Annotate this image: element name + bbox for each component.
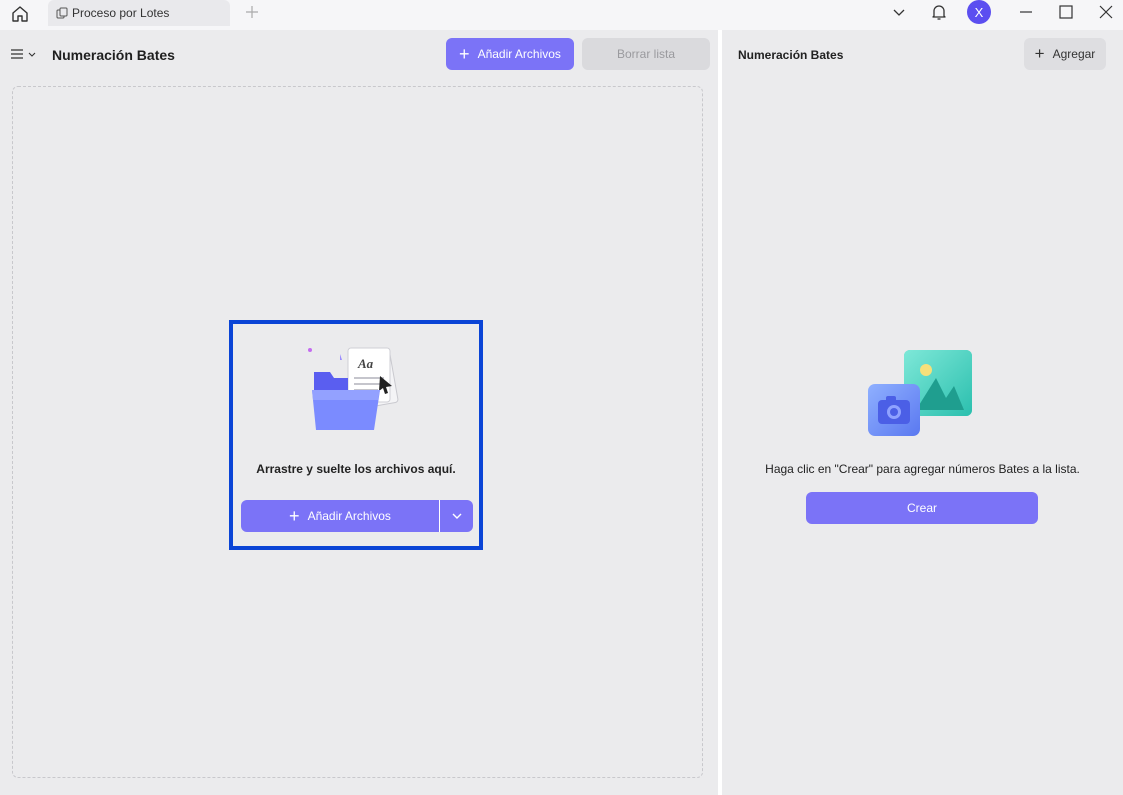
close-icon [1099,5,1113,19]
maximize-button[interactable] [1051,0,1081,24]
file-list-header: Numeración Bates + Añadir Archivos Borra… [0,30,718,80]
plus-icon [246,6,258,18]
add-files-split-button: + Añadir Archivos [241,500,473,532]
drop-instructions: Arrastre y suelte los archivos aquí. [256,462,456,476]
minimize-icon [1020,11,1032,13]
add-files-button[interactable]: + Añadir Archivos [446,38,574,70]
add-files-dropdown-button[interactable] [440,500,473,532]
bell-icon [932,5,946,20]
svg-text:Aa: Aa [357,356,374,371]
maximize-icon [1059,5,1073,19]
minimize-button[interactable] [1011,0,1041,24]
plus-icon: + [289,505,300,526]
plus-icon: + [1034,44,1045,63]
create-button[interactable]: Crear [806,492,1038,524]
tab-batch-process[interactable]: Proceso por Lotes [48,0,230,26]
clear-list-button[interactable]: Borrar lista [582,38,710,70]
bates-panel: Numeración Bates + Agregar Haga clic en … [722,30,1123,795]
bates-panel-title: Numeración Bates [738,48,844,62]
plus-icon: + [459,43,470,64]
notifications-button[interactable] [924,0,954,24]
drop-add-files-label: Añadir Archivos [307,509,391,523]
tab-label: Proceso por Lotes [72,6,170,20]
home-icon [12,6,28,22]
title-bar: Proceso por Lotes X [0,0,1123,30]
file-list-panel: Numeración Bates + Añadir Archivos Borra… [0,30,718,795]
add-label: Agregar [1052,47,1096,61]
folder-illustration-icon: Aa [308,347,399,430]
new-tab-button[interactable] [242,2,262,22]
chevron-down-icon [452,513,461,519]
bates-hint: Haga clic en "Crear" para agregar número… [765,462,1080,476]
chevron-down-icon [28,52,36,57]
page-title: Numeración Bates [52,47,175,63]
hamburger-icon [11,49,23,59]
dropdown-button[interactable] [884,0,914,24]
close-button[interactable] [1091,0,1121,24]
image-illustration-icon [868,350,972,436]
avatar[interactable]: X [967,0,991,24]
home-button[interactable] [8,2,32,26]
drop-add-files-button[interactable]: + Añadir Archivos [241,500,440,532]
add-button[interactable]: + Agregar [1024,38,1106,70]
menu-button[interactable] [10,44,40,64]
batch-icon [56,7,68,19]
add-files-label: Añadir Archivos [477,47,561,61]
chevron-down-icon [893,9,905,16]
